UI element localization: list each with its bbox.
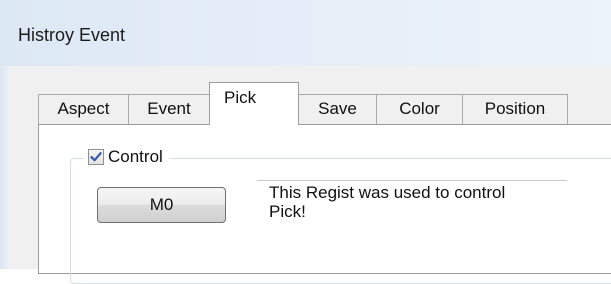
dialog-content: Aspect Event Pick Save Color Position Co… bbox=[10, 66, 611, 284]
tab-pick[interactable]: Pick bbox=[209, 82, 299, 125]
window-border bbox=[0, 66, 10, 269]
tab-aspect[interactable]: Aspect bbox=[38, 94, 129, 124]
tab-position[interactable]: Position bbox=[462, 94, 568, 124]
dialog-frame: Aspect Event Pick Save Color Position Co… bbox=[0, 66, 611, 284]
register-m0-button[interactable]: M0 bbox=[97, 187, 226, 223]
control-checkbox[interactable] bbox=[88, 149, 104, 165]
control-checkbox-row[interactable]: Control bbox=[84, 146, 169, 168]
control-checkbox-label[interactable]: Control bbox=[108, 147, 163, 167]
tab-event[interactable]: Event bbox=[128, 94, 210, 124]
tab-color[interactable]: Color bbox=[376, 94, 463, 124]
title-bar: Histroy Event bbox=[0, 0, 611, 66]
description-text: This Regist was used to control Pick! bbox=[257, 180, 567, 242]
checkmark-icon bbox=[90, 152, 102, 162]
tab-save[interactable]: Save bbox=[298, 94, 377, 124]
window-title: Histroy Event bbox=[18, 25, 126, 45]
pick-tab-page: Control M0 This Regist was used to contr… bbox=[38, 124, 611, 284]
